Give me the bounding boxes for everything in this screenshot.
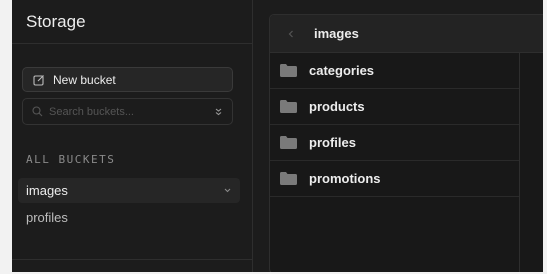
folder-icon <box>280 136 297 149</box>
folder-row-promotions[interactable]: promotions <box>270 161 519 197</box>
bucket-item-images[interactable]: images <box>18 178 240 203</box>
chevrons-up-down-icon[interactable] <box>213 106 224 117</box>
explorer-header: images <box>270 15 543 53</box>
search-buckets-field[interactable] <box>22 98 233 125</box>
folder-icon <box>280 64 297 77</box>
folder-row-products[interactable]: products <box>270 89 519 125</box>
folder-icon <box>280 172 297 185</box>
chevron-down-icon <box>224 188 231 193</box>
current-bucket-title: images <box>314 26 359 41</box>
search-input[interactable] <box>49 105 199 118</box>
bucket-item-profiles[interactable]: profiles <box>18 205 240 230</box>
all-buckets-heading: ALL BUCKETS <box>26 153 116 166</box>
chevron-left-icon[interactable] <box>286 29 296 39</box>
sidebar-header: Storage <box>12 0 252 44</box>
file-explorer: images categories products profiles prom… <box>269 14 543 272</box>
search-icon <box>32 106 43 117</box>
folder-name: products <box>309 99 365 114</box>
main-content: images categories products profiles prom… <box>253 0 543 272</box>
storage-window: Storage New bucket ALL BUCKETS images <box>12 0 543 272</box>
folder-icon <box>280 100 297 113</box>
folder-row-categories[interactable]: categories <box>270 53 519 89</box>
bucket-label: profiles <box>26 210 68 225</box>
sidebar-footer <box>12 259 253 272</box>
folder-column: categories products profiles promotions <box>270 53 520 272</box>
folder-row-profiles[interactable]: profiles <box>270 125 519 161</box>
folder-name: categories <box>309 63 375 78</box>
new-bucket-button[interactable]: New bucket <box>22 67 233 92</box>
sidebar: Storage New bucket ALL BUCKETS images <box>12 0 253 272</box>
folder-name: profiles <box>309 135 356 150</box>
page-title: Storage <box>26 11 86 31</box>
new-bucket-label: New bucket <box>53 72 116 87</box>
edit-icon <box>33 74 44 86</box>
bucket-label: images <box>26 183 68 198</box>
folder-name: promotions <box>309 171 381 186</box>
